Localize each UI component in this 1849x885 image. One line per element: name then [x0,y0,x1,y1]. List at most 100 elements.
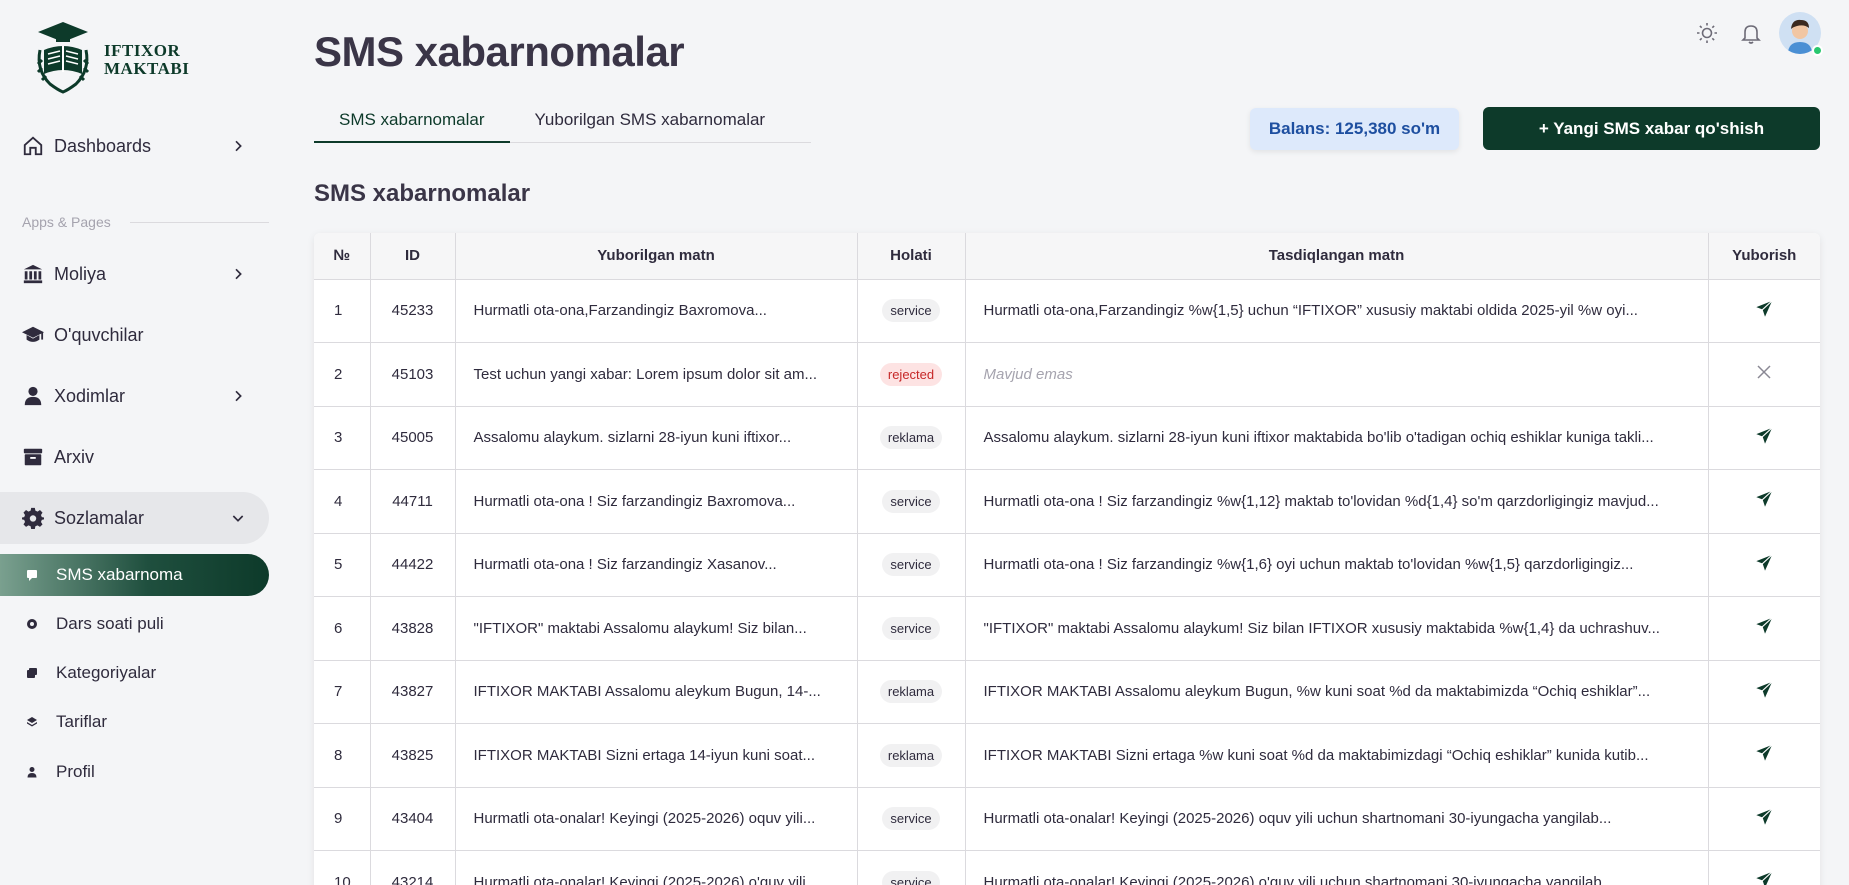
table-row[interactable]: 1 45233 Hurmatli ota-ona,Farzandingiz Baxr… [314,279,1820,343]
sidebar-subitem-dars-soati-puli[interactable]: Dars soati puli [0,603,269,645]
cell-sent-text: IFTIXOR MAKTABI Sizni ertaga 14-iyun kun… [455,723,858,788]
cell-status: service [857,469,966,534]
table-body: 1 45233 Hurmatli ota-ona,Farzandingiz Baxr… [314,279,1820,885]
status-badge: service [882,299,940,323]
cell-id: 43828 [370,596,456,661]
sidebar-item-xodimlar[interactable]: Xodimlar [0,370,269,422]
sidebar-subitem-kategoriyalar[interactable]: Kategoriyalar [0,652,269,694]
message-icon [26,569,38,581]
tab-sms-xabarnomalar[interactable]: SMS xabarnomalar [314,100,510,143]
send-icon[interactable] [1753,869,1775,885]
sidebar-subitem-label: SMS xabarnoma [56,565,183,584]
cell-approved-text: "IFTIXOR" maktabi Assalomu alaykum! Siz … [965,596,1709,661]
table-row[interactable]: 2 45103 Test uchun yangi xabar: Lorem ipsu… [314,342,1820,407]
sidebar: IFTIXOR MAKTABI Dashboards Apps & Pages … [0,0,280,885]
table-row[interactable]: 9 43404 Hurmatli ota-onalar! Keyingi (2025… [314,787,1820,851]
cell-action [1708,660,1820,724]
section-divider [130,222,269,223]
table-header-row: № ID Yuborilgan matn Holati Tasdiqlangan… [314,233,1820,280]
status-badge: reklama [879,426,943,450]
sidebar-subitem-profil[interactable]: Profil [0,751,269,793]
coin-icon [26,618,38,630]
cell-sent-text: Test uchun yangi xabar: Lorem ipsum dolo… [455,342,858,407]
sms-table: № ID Yuborilgan matn Holati Tasdiqlangan… [314,233,1820,885]
cell-number: 3 [314,406,371,470]
brand-name-line1: IFTIXOR [104,40,181,60]
send-icon[interactable] [1753,615,1775,637]
chevron-right-icon [230,388,246,404]
sidebar-item-sozlamalar[interactable]: Sozlamalar [0,492,269,544]
cell-sent-text: Assalomu alaykum. sizlarni 28-iyun kuni … [455,406,858,470]
sidebar-item-moliya[interactable]: Moliya [0,248,269,300]
send-icon[interactable] [1753,298,1775,320]
send-icon[interactable] [1753,488,1775,510]
cell-id: 43214 [370,850,456,885]
sidebar-subitem-label: Profil [56,762,95,781]
cell-number: 2 [314,342,371,407]
sun-icon[interactable] [1693,19,1721,47]
cell-action [1708,787,1820,851]
brand-logo[interactable]: IFTIXOR MAKTABI [34,20,189,99]
cell-approved-text: Assalomu alaykum. sizlarni 28-iyun kuni … [965,406,1709,470]
close-icon[interactable] [1755,363,1773,381]
cell-sent-text: Hurmatli ota-ona ! Siz farzandingiz Xasa… [455,533,858,597]
cell-sent-text: Hurmatli ota-ona ! Siz farzandingiz Baxr… [455,469,858,534]
sidebar-item-oquvchilar[interactable]: O'quvchilar [0,309,269,361]
cell-sent-text: "IFTIXOR" maktabi Assalomu alaykum! Siz … [455,596,858,661]
table-row[interactable]: 4 44711 Hurmatli ota-ona ! Siz farzandingi… [314,469,1820,534]
bell-icon[interactable] [1737,19,1765,47]
table-row[interactable]: 5 44422 Hurmatli ota-ona ! Siz farzandingi… [314,533,1820,597]
sidebar-item-label: Xodimlar [54,385,126,406]
status-badge: rejected [879,362,943,386]
send-icon[interactable] [1753,806,1775,828]
table-row[interactable]: 10 43214 Hurmatli ota-onalar! Keyingi (202… [314,850,1820,885]
page-title: SMS xabarnomalar [314,28,685,75]
section-label-apps-pages: Apps & Pages [22,214,111,230]
archive-icon [22,446,44,468]
status-badge: service [882,870,940,885]
sidebar-item-label: Arxiv [54,446,94,467]
send-icon[interactable] [1753,679,1775,701]
table-row[interactable]: 3 45005 Assalomu alaykum. sizlarni 28-iyun… [314,406,1820,470]
send-icon[interactable] [1753,552,1775,574]
table-row[interactable]: 7 43827 IFTIXOR MAKTABI Assalomu aleykum B… [314,660,1820,724]
add-sms-button[interactable]: + Yangi SMS xabar qo'shish [1483,107,1820,150]
column-header-approved-text: Tasdiqlangan matn [965,233,1709,280]
table-row[interactable]: 6 43828 "IFTIXOR" maktabi Assalomu alaykum… [314,596,1820,661]
school-logo-icon [34,20,92,99]
layers-icon [26,716,38,728]
sidebar-subitem-tariflar[interactable]: Tariflar [0,701,269,743]
status-badge: service [882,807,940,831]
cell-action [1708,406,1820,470]
cell-id: 43404 [370,787,456,851]
cell-number: 5 [314,533,371,597]
bank-icon [22,263,44,285]
sidebar-item-label: Sozlamalar [54,507,145,528]
status-badge: service [882,553,940,577]
chevron-down-icon [230,510,246,526]
sidebar-subitem-sms-xabarnoma[interactable]: SMS xabarnoma [0,554,269,596]
cell-sent-text: Hurmatli ota-onalar! Keyingi (2025-2026)… [455,787,858,851]
send-icon[interactable] [1753,425,1775,447]
avatar[interactable] [1779,12,1823,56]
sidebar-item-dashboards[interactable]: Dashboards [0,120,269,172]
cell-status: service [857,279,966,343]
column-header-number: № [314,233,371,280]
cell-id: 43827 [370,660,456,724]
cell-action [1708,533,1820,597]
cell-number: 6 [314,596,371,661]
sidebar-item-arxiv[interactable]: Arxiv [0,431,269,483]
cell-number: 9 [314,787,371,851]
section-title: SMS xabarnomalar [314,180,531,207]
send-icon[interactable] [1753,742,1775,764]
sidebar-item-label: Moliya [54,263,107,284]
cell-id: 44422 [370,533,456,597]
cell-sent-text: IFTIXOR MAKTABI Assalomu aleykum Bugun, … [455,660,858,724]
column-header-send: Yuborish [1708,233,1820,280]
status-badge: reklama [879,680,943,704]
cell-id: 43825 [370,723,456,788]
tab-yuborilgan-sms[interactable]: Yuborilgan SMS xabarnomalar [510,100,791,143]
cell-id: 44711 [370,469,456,534]
sidebar-item-label: Dashboards [54,135,152,156]
table-row[interactable]: 8 43825 IFTIXOR MAKTABI Sizni ertaga 14-iy… [314,723,1820,788]
